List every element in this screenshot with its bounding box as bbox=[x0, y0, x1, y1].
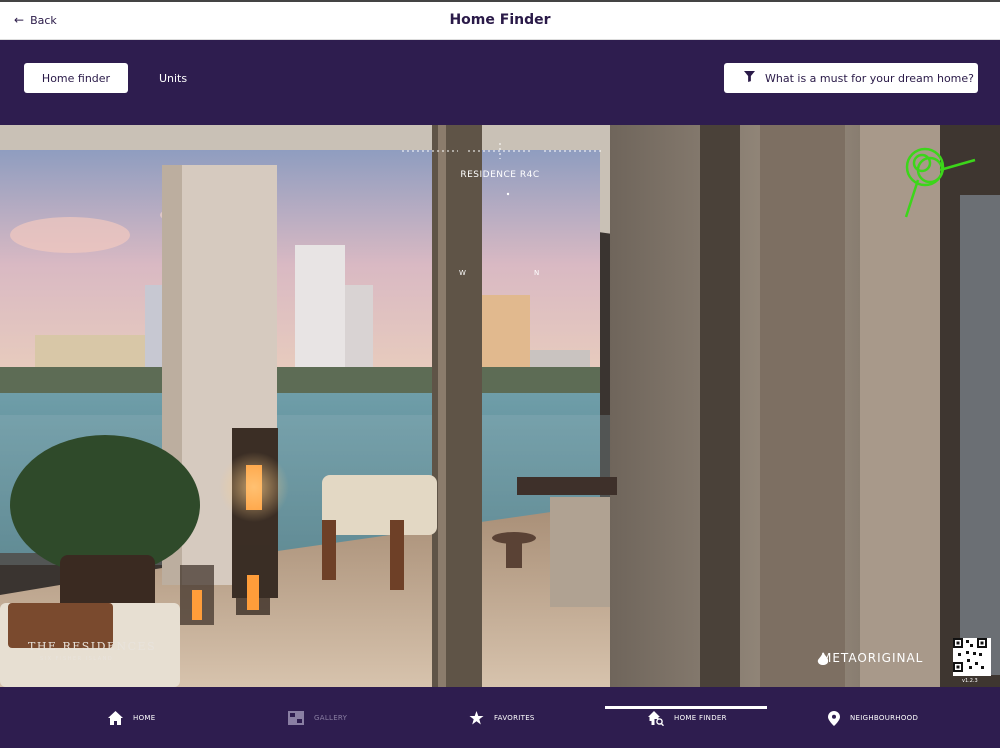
tab-units[interactable]: Units bbox=[150, 63, 196, 93]
tab-home-finder[interactable]: Home finder bbox=[24, 63, 128, 93]
location-pin-icon bbox=[828, 710, 840, 726]
residence-label: RESIDENCE R4C bbox=[460, 170, 540, 180]
nav-gallery-label: GALLERY bbox=[314, 714, 348, 722]
filter-bar: Home finder Units What is a must for you… bbox=[0, 40, 1000, 125]
residence-view[interactable]: W N RESIDENCE R4C THE RESIDENCES SIX FIS… bbox=[0, 125, 1000, 687]
nav-home-finder-label: HOME FINDER bbox=[674, 714, 727, 722]
compass-west: W bbox=[459, 269, 466, 277]
bottom-nav: HOME GALLERY FAVORITES HOME FINDER NEIGH… bbox=[0, 687, 1000, 748]
home-icon bbox=[108, 711, 123, 725]
nav-neighbourhood-label: NEIGHBOURHOOD bbox=[850, 714, 919, 722]
dream-home-search[interactable]: What is a must for your dream home? bbox=[724, 63, 978, 93]
metaoriginal-text: METAORIGINAL bbox=[821, 651, 924, 665]
star-icon bbox=[469, 711, 484, 725]
brand-logo-sub: SIX FISHER ISLAND bbox=[40, 656, 114, 662]
metaoriginal-brand: METAORIGINAL bbox=[815, 651, 923, 665]
nav-neighbourhood[interactable]: NEIGHBOURHOOD bbox=[828, 707, 918, 729]
nav-favorites-label: FAVORITES bbox=[494, 714, 535, 722]
nav-home-finder[interactable]: HOME FINDER bbox=[648, 707, 727, 729]
nav-home-label: HOME bbox=[133, 714, 156, 722]
interior-render bbox=[0, 125, 1000, 687]
compass-north: N bbox=[534, 269, 540, 277]
nav-favorites[interactable]: FAVORITES bbox=[469, 707, 535, 729]
brand-logo-title: THE RESIDENCES bbox=[28, 640, 157, 653]
filter-icon bbox=[744, 71, 755, 85]
top-bar: ← Back Home Finder bbox=[0, 0, 1000, 40]
gallery-icon bbox=[288, 711, 304, 725]
compass: W N bbox=[402, 268, 602, 284]
page-title: Home Finder bbox=[449, 12, 551, 28]
nav-gallery[interactable]: GALLERY bbox=[288, 707, 347, 729]
version-label: v1.2.3 bbox=[962, 678, 978, 684]
home-search-icon bbox=[648, 710, 664, 726]
nav-home[interactable]: HOME bbox=[108, 707, 155, 729]
qr-code[interactable] bbox=[953, 638, 991, 676]
search-placeholder: What is a must for your dream home? bbox=[765, 71, 975, 85]
